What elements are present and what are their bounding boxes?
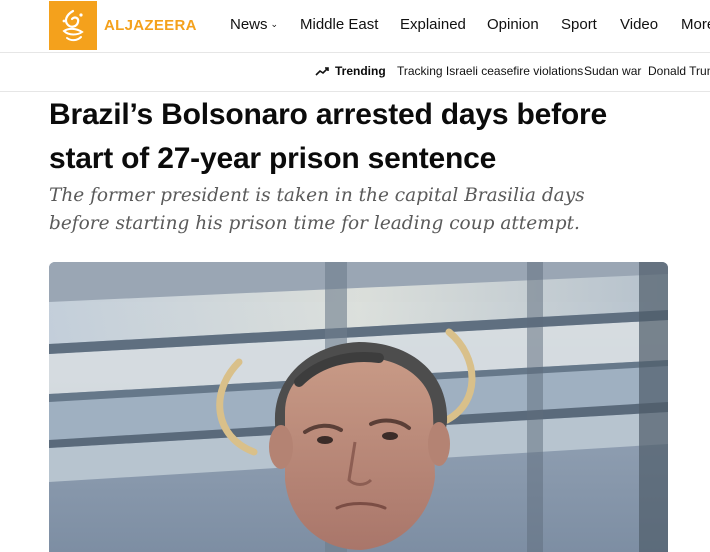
brand-name[interactable]: ALJAZEERA (104, 17, 197, 34)
trending-text: Trending (335, 64, 386, 78)
trending-up-icon (315, 67, 329, 76)
article-headline: Brazil’s Bolsonaro arrested days before … (49, 98, 607, 175)
article-hero-image (49, 262, 668, 552)
trending-link-ceasefire[interactable]: Tracking Israeli ceasefire violations (397, 64, 583, 78)
trending-link-trump[interactable]: Donald Trump (648, 64, 710, 78)
top-navbar: ALJAZEERA News ⌄ Middle East Explained Op… (0, 0, 710, 53)
trending-bar: Trending Tracking Israeli ceasefire viol… (0, 53, 710, 92)
aljazeera-logo-icon[interactable] (49, 1, 97, 50)
nav-item-video[interactable]: Video (620, 16, 658, 33)
trending-label: Trending (315, 64, 386, 78)
trending-link-sudan[interactable]: Sudan war (584, 64, 641, 78)
article-subheadline: The former president is taken in the cap… (49, 185, 585, 234)
nav-item-middle-east[interactable]: Middle East (300, 16, 378, 33)
chevron-down-icon: ⌄ (270, 19, 279, 29)
nav-item-news[interactable]: News ⌄ (230, 16, 278, 33)
nav-item-label: News (230, 16, 268, 33)
nav-item-more[interactable]: More (681, 16, 710, 33)
nav-item-opinion[interactable]: Opinion (487, 16, 539, 33)
nav-item-explained[interactable]: Explained (400, 16, 466, 33)
nav-item-sport[interactable]: Sport (561, 16, 597, 33)
